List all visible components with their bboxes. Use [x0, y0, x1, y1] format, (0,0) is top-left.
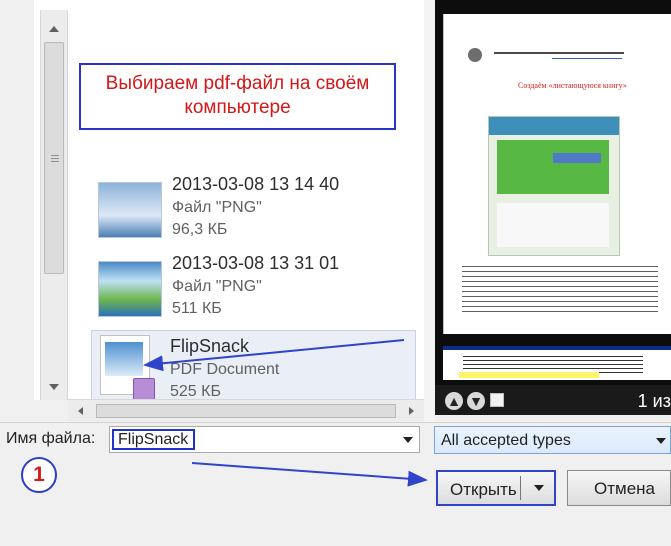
file-type-value: All accepted types [441, 432, 571, 449]
filename-input[interactable]: FlipSnack [109, 426, 420, 453]
scroll-left-arrow[interactable] [78, 407, 83, 415]
preview-title: Создаём «листающуюся книгу» [518, 81, 627, 90]
document-preview: Создаём «листающуюся книгу» ▲ ▼ 1 из [435, 0, 671, 415]
file-type: PDF Document [170, 361, 280, 378]
scroll-down-arrow[interactable] [49, 384, 59, 390]
pdf-icon [133, 378, 155, 400]
open-label: Открыть [450, 480, 517, 499]
file-size: 511 КБ [172, 300, 222, 317]
site-button [553, 153, 601, 163]
filename-value: FlipSnack [112, 429, 195, 450]
up-arrow-icon[interactable]: ▲ [445, 392, 463, 410]
list-item[interactable]: 2013-03-08 13 14 40 Файл "PNG" 96,3 КБ [98, 172, 416, 244]
grip-line [51, 158, 59, 159]
logo-icon [468, 48, 482, 62]
text-line [552, 58, 622, 59]
button-divider [520, 476, 521, 500]
file-type-select[interactable]: All accepted types [434, 426, 671, 454]
open-button[interactable]: Открыть [436, 470, 556, 506]
list-item[interactable]: 2013-03-08 13 31 01 Файл "PNG" 511 КБ [98, 251, 416, 323]
chevron-down-icon[interactable] [656, 438, 666, 444]
text-line [494, 52, 624, 54]
site-content [497, 203, 609, 247]
filename-label: Имя файла: [6, 430, 96, 447]
scroll-thumb[interactable] [44, 42, 64, 274]
grip-line [51, 161, 59, 162]
instruction-callout: Выбираем pdf-файл на своём компьютере [79, 63, 396, 130]
chevron-down-icon[interactable] [403, 437, 413, 443]
file-name: FlipSnack [170, 336, 250, 356]
preview-page: Создаём «листающуюся книгу» [443, 14, 671, 334]
page-counter: 1 из [637, 391, 671, 411]
splitter[interactable] [424, 0, 435, 422]
file-thumbnail [98, 261, 162, 317]
file-type: Файл "PNG" [172, 199, 262, 216]
site-banner [497, 140, 609, 194]
file-type: Файл "PNG" [172, 278, 262, 295]
fit-page-icon[interactable] [490, 393, 504, 407]
page-band [443, 346, 671, 350]
file-name: 2013-03-08 13 31 01 [172, 253, 340, 273]
selected-file-row[interactable]: FlipSnack PDF Document 525 КБ [91, 330, 416, 408]
scroll-up-arrow[interactable] [49, 26, 59, 32]
preview-screenshot [488, 116, 620, 256]
grip-line [51, 155, 59, 156]
file-size: 96,3 КБ [172, 221, 228, 238]
site-header [489, 117, 619, 135]
preview-toolbar: ▲ ▼ 1 из [435, 385, 671, 415]
scroll-right-arrow[interactable] [409, 407, 414, 415]
file-thumbnail [98, 182, 162, 238]
down-arrow-icon[interactable]: ▼ [467, 392, 485, 410]
horizontal-scroll-thumb[interactable] [96, 404, 396, 418]
cancel-label: Отмена [594, 479, 655, 498]
step-marker: 1 [21, 457, 57, 493]
highlight [459, 372, 599, 378]
cancel-button[interactable]: Отмена [567, 470, 671, 506]
body-text [462, 266, 658, 316]
pdf-thumbnail [100, 335, 155, 400]
file-name: 2013-03-08 13 14 40 [172, 174, 340, 194]
next-page [443, 346, 671, 380]
vertical-scrollbar[interactable] [40, 10, 68, 400]
horizontal-scrollbar[interactable] [68, 399, 424, 421]
chevron-down-icon[interactable] [534, 485, 544, 491]
